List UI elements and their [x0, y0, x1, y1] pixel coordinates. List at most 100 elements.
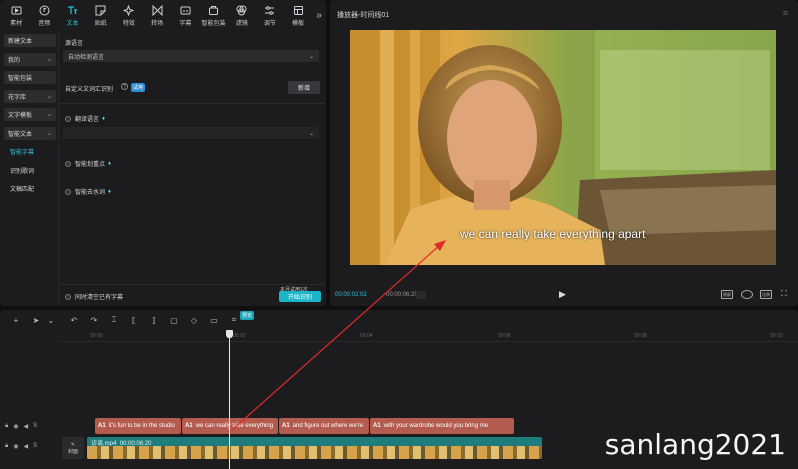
caption-clip[interactable]: A1 and figure out where we're	[279, 418, 369, 434]
player-title: 播放器-时间线01	[337, 12, 390, 19]
ratio-button[interactable]: 比例	[760, 290, 772, 299]
tick-label: 00:06	[498, 333, 511, 339]
chevron-down-icon: ⌄	[308, 53, 314, 60]
effects-icon	[123, 4, 135, 16]
smart-caption-panel: 源语言 自动检测语言 ⌄ 自定义文词汇识别 ? 试用 新增 翻译语言 ♦ ⌄ 智…	[58, 30, 325, 306]
text-icon	[67, 4, 79, 16]
tool-effects[interactable]: 特效	[115, 0, 143, 30]
solo-icon[interactable]: S	[33, 423, 37, 430]
caption-clip[interactable]: A1 it's fun to be in the studio	[95, 418, 181, 434]
cursor-select-icon[interactable]: ➤	[26, 312, 46, 328]
cover-button[interactable]: ✎ 封面	[62, 437, 84, 459]
caption-edit-icon[interactable]: ▭	[204, 312, 224, 328]
playhead[interactable]	[229, 330, 230, 469]
eye-icon[interactable]: ◉	[13, 443, 18, 450]
side-item-fancy-text[interactable]: 花字库 ⌄	[4, 89, 56, 103]
transition-icon	[151, 4, 163, 16]
tool-adjust[interactable]: 调节	[256, 0, 284, 30]
tool-template[interactable]: 模板	[284, 0, 312, 30]
fullscreen-original-button[interactable]: 原屏	[721, 290, 733, 299]
total-time: 00:00:06:20	[386, 292, 418, 298]
caption-clip[interactable]: A1 we can really take everything	[182, 418, 278, 434]
media-icon	[10, 4, 22, 16]
toolbar-more-button[interactable]: »	[312, 0, 326, 30]
caption-clip[interactable]: A1 with your wardrobe would you bring me	[370, 418, 514, 434]
start-recognition-button[interactable]: 开始识别	[279, 291, 321, 302]
chevron-down-icon: ⌄	[46, 130, 52, 137]
clear-existing-checkbox[interactable]: 同时清空已有字幕	[65, 292, 123, 301]
solo-icon[interactable]: S	[33, 443, 37, 450]
side-item-lyrics[interactable]: 识别歌词	[4, 164, 56, 177]
tool-smart-pack[interactable]: 智能包装	[199, 0, 227, 30]
add-icon[interactable]: +	[6, 312, 26, 328]
remove-filler-checkbox[interactable]: 智能去水词 ♦	[65, 187, 111, 196]
translate-lang-select[interactable]: ⌄	[63, 127, 319, 139]
side-item-smart-caption[interactable]: 智能字幕	[4, 145, 56, 158]
source-lang-label: 源语言	[65, 41, 84, 47]
vip-diamond-icon: ♦	[108, 160, 112, 167]
video-preview[interactable]: we can really take everything apart	[350, 30, 776, 265]
tool-audio[interactable]: 音频	[30, 0, 58, 30]
cover-label: 封面	[67, 448, 78, 455]
tool-text[interactable]: 文本	[58, 0, 86, 30]
tool-caption[interactable]: 字幕	[171, 0, 199, 30]
side-item-smart-pack[interactable]: 智能包装	[4, 71, 56, 84]
menu-icon[interactable]: ≡	[783, 8, 788, 18]
checkbox-circle	[65, 160, 71, 167]
chevron-down-icon[interactable]: ⌄	[46, 312, 56, 328]
tool-transition[interactable]: 转场	[143, 0, 171, 30]
timecode-toggle[interactable]	[416, 291, 426, 299]
smart-break-checkbox[interactable]: 智能划重点 ♦	[65, 159, 111, 168]
side-item-text-template[interactable]: 文字模板 ⌄	[4, 108, 56, 121]
tick-label: 00:08	[634, 333, 647, 339]
tick-label: 00:10	[770, 333, 783, 339]
chevron-down-icon: ⌄	[46, 56, 52, 63]
focus-icon[interactable]	[741, 290, 753, 299]
custom-vocab-label: 自定义文词汇识别	[65, 87, 114, 93]
text-panel: 素材 音频 文本 贴纸 特效 转场 字幕 智能包装 滤镜 调节 模板 » 新建文…	[0, 0, 326, 306]
side-item-script-match[interactable]: 文稿匹配	[4, 182, 56, 195]
clip-text: it's fun to be in the studio	[108, 423, 175, 429]
speaker-icon[interactable]: ◀	[23, 423, 28, 430]
shield-icon[interactable]: ◇	[184, 312, 204, 328]
clip-tag: A1	[98, 423, 106, 429]
new-vocab-button[interactable]: 新增	[288, 81, 320, 94]
lock-icon[interactable]: 🔒︎	[5, 443, 8, 450]
tick-label: 00:00	[90, 333, 103, 339]
chevron-down-icon: ⌄	[46, 93, 52, 100]
undo-icon[interactable]: ↶	[64, 312, 84, 328]
split-left-icon[interactable]: ⟦	[124, 312, 144, 328]
preview-badge: 预览	[240, 311, 255, 320]
caption-icon	[179, 4, 191, 16]
clip-text: and figure out where we're	[292, 423, 364, 429]
translate-checkbox[interactable]: 翻译语言 ♦	[65, 114, 105, 123]
tool-media[interactable]: 素材	[2, 0, 30, 30]
side-menu: 新建文本 我的 ⌄ 智能包装 花字库 ⌄ 文字模板 ⌄ 智能文本 ⌄ 智能字幕 识别歌词…	[4, 34, 56, 201]
clip-text: with your wardrobe would you bring me	[383, 423, 489, 429]
redo-icon[interactable]: ↷	[84, 312, 104, 328]
split-right-icon[interactable]: ⟧	[144, 312, 164, 328]
side-item-new-text[interactable]: 新建文本	[4, 34, 56, 47]
clip-tag: A1	[282, 423, 290, 429]
time-ruler[interactable]: 00:00 00:02 00:04 00:06 00:08 00:10	[60, 330, 798, 342]
split-icon[interactable]: ⌶	[104, 312, 124, 328]
play-icon[interactable]: ▶	[559, 289, 566, 300]
divider	[59, 284, 325, 285]
speaker-icon[interactable]: ◀	[23, 443, 28, 450]
fullscreen-icon[interactable]: ⛶	[781, 289, 787, 299]
eye-icon[interactable]: ◉	[13, 423, 18, 430]
checkbox-circle	[65, 188, 71, 195]
main-toolbar: 素材 音频 文本 贴纸 特效 转场 字幕 智能包装 滤镜 调节 模板 »	[0, 0, 326, 30]
lock-icon[interactable]: 🔒︎	[5, 423, 8, 430]
tick-label: 00:02	[233, 333, 246, 339]
help-icon[interactable]: ?	[121, 83, 128, 90]
tool-sticker[interactable]: 贴纸	[87, 0, 115, 30]
tool-filter[interactable]: 滤镜	[228, 0, 256, 30]
side-item-smart-text[interactable]: 智能文本 ⌄	[4, 126, 56, 140]
video-clip[interactable]: 访谈.mp4 00:00:06:20	[87, 437, 542, 459]
video-subtitle: we can really take everything apart	[460, 227, 646, 241]
checkbox-circle	[65, 293, 71, 300]
delete-icon[interactable]: ▢	[164, 312, 184, 328]
side-item-mine[interactable]: 我的 ⌄	[4, 52, 56, 66]
source-lang-select[interactable]: 自动检测语言 ⌄	[63, 50, 319, 62]
